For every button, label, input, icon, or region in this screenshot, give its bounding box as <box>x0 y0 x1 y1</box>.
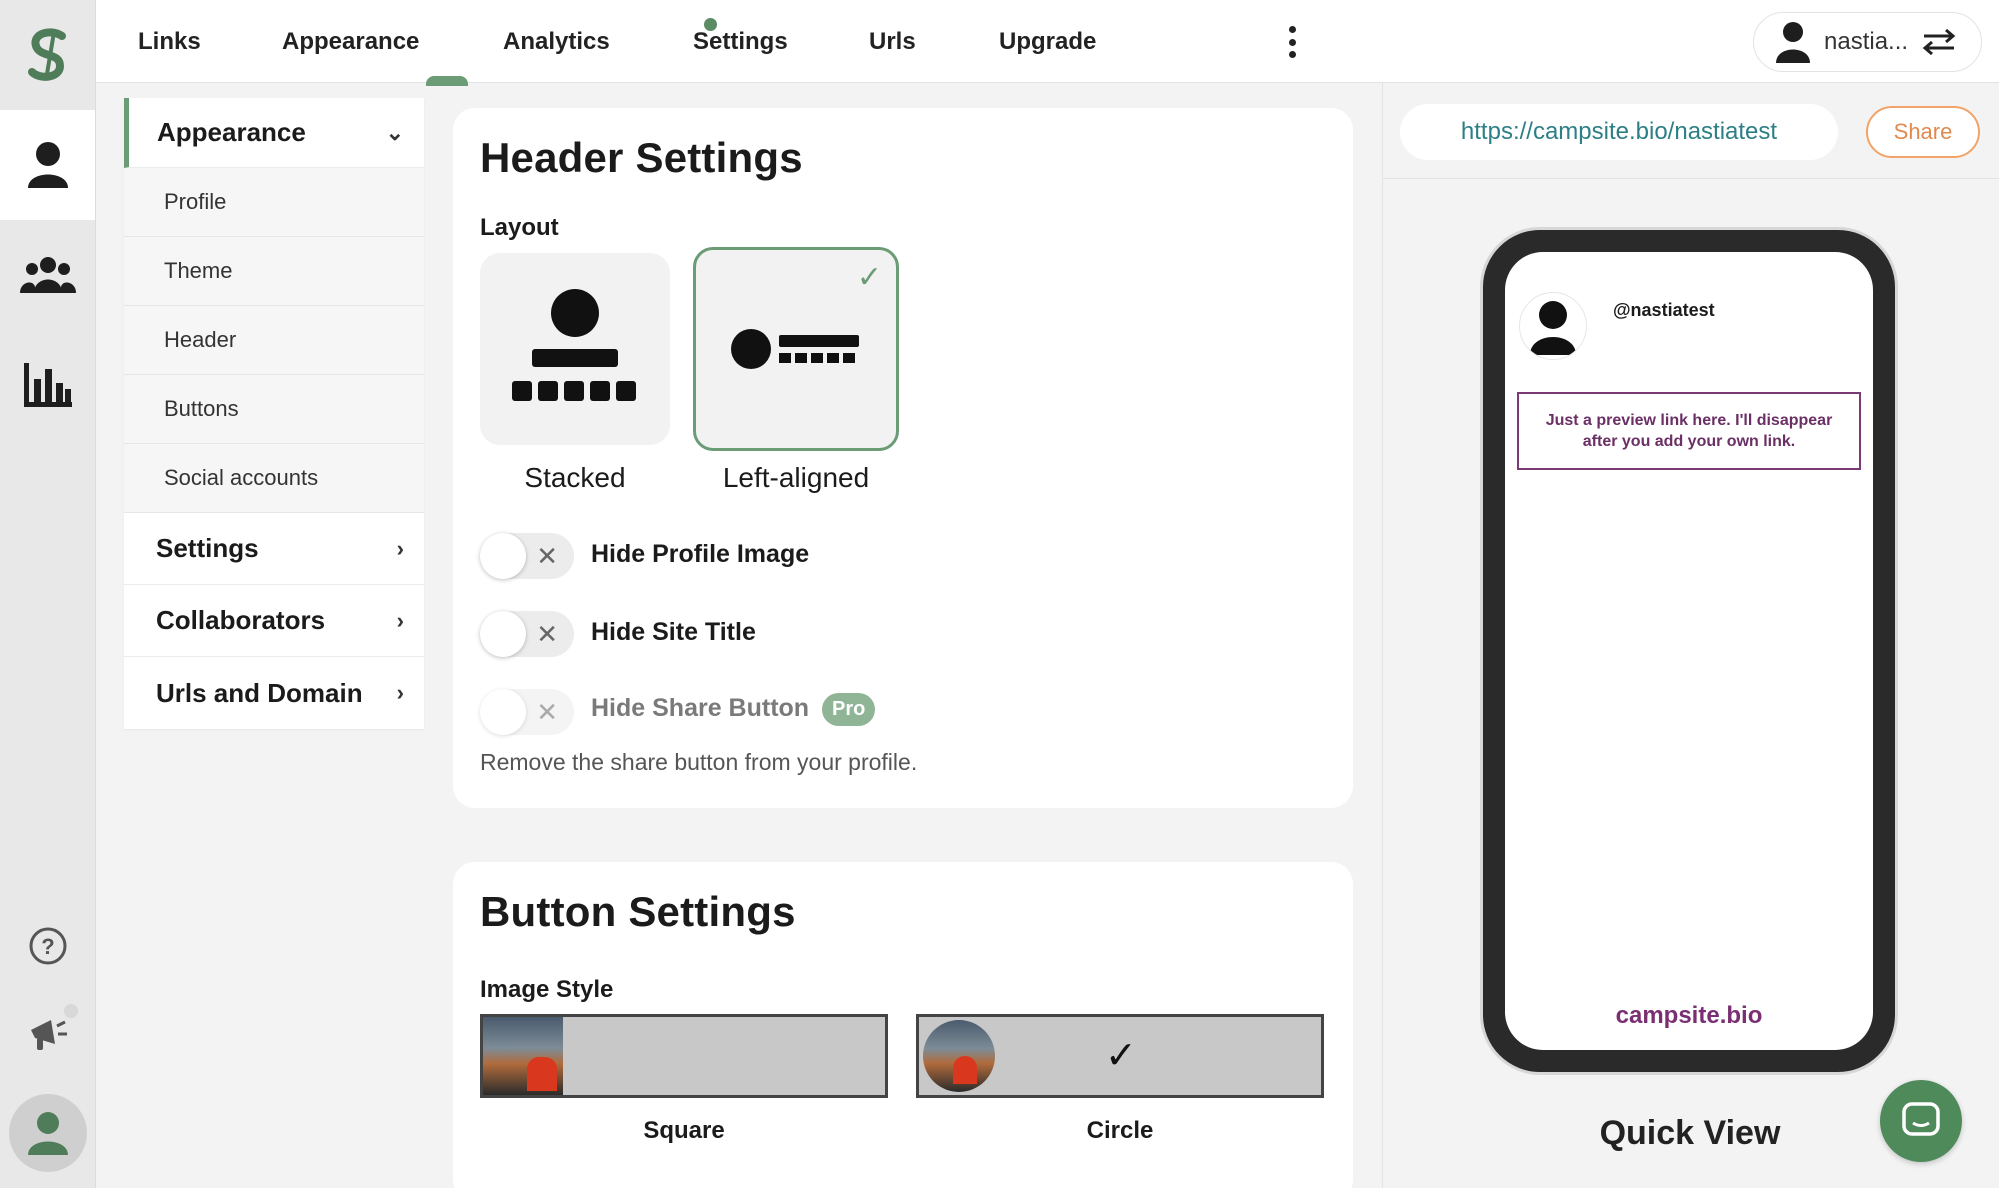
settings-sidebar: Appearance ⌄ Profile Theme Header Button… <box>124 98 424 729</box>
sidebar-item-buttons[interactable]: Buttons <box>124 375 424 444</box>
phone-preview: @nastiatest Just a preview link here. I'… <box>1480 227 1898 1075</box>
sidebar-item-social-accounts[interactable]: Social accounts <box>124 444 424 513</box>
image-style-square[interactable] <box>480 1014 888 1098</box>
profile-icon[interactable] <box>0 110 95 220</box>
profile-url[interactable]: https://campsite.bio/nastiatest <box>1400 104 1838 160</box>
preview-link-button[interactable]: Just a preview link here. I'll disappear… <box>1517 392 1861 470</box>
quick-view-title: Quick View <box>1599 1114 1781 1152</box>
square-thumbnail <box>483 1017 563 1095</box>
preview-divider <box>1382 178 1999 179</box>
chat-bubble-icon[interactable] <box>1880 1080 1962 1162</box>
svg-text:?: ? <box>41 934 54 959</box>
toggle-hide-share-button[interactable]: ✕ <box>480 689 574 735</box>
nav-links[interactable]: Links <box>138 0 201 83</box>
toggle-hide-profile-image[interactable]: ✕ <box>480 533 574 579</box>
button-settings-card: Button Settings Image Style ✓ Square Cir… <box>453 862 1353 1188</box>
header-settings-card: Header Settings Layout ✓ Stacked Left-al… <box>453 108 1353 808</box>
nav-upgrade[interactable]: Upgrade <box>999 0 1096 83</box>
image-style-name-square: Square <box>643 1117 725 1144</box>
toggle-label: Hide Profile Image <box>591 540 810 568</box>
chevron-down-icon: ⌄ <box>385 119 404 145</box>
user-icon <box>1776 22 1810 63</box>
layout-option-left-aligned[interactable]: ✓ <box>693 247 899 451</box>
top-navigation: Links Appearance Analytics Settings Urls… <box>96 0 1999 86</box>
sidebar-section-label: Collaborators <box>156 605 326 635</box>
swap-arrows-icon[interactable] <box>1922 29 1956 55</box>
notification-dot <box>64 1004 78 1018</box>
toggle-label: Hide Site Title <box>591 618 756 646</box>
share-button-hint: Remove the share button from your profil… <box>480 749 918 775</box>
user-name: nastia... <box>1824 28 1909 55</box>
left-aligned-layout-icon <box>731 329 859 369</box>
close-icon: ✕ <box>536 619 558 649</box>
megaphone-icon[interactable] <box>0 990 96 1078</box>
layout-option-stacked[interactable] <box>480 253 670 445</box>
preview-handle: @nastiatest <box>1613 300 1715 320</box>
sidebar-section-collaborators[interactable]: Collaborators › <box>124 585 424 657</box>
image-style-label: Image Style <box>480 976 614 1003</box>
close-icon: ✕ <box>536 697 558 727</box>
toggle-label-share: Hide Share Button Pro <box>591 693 876 726</box>
image-style-circle[interactable]: ✓ <box>916 1014 1324 1098</box>
circle-thumbnail <box>923 1020 995 1092</box>
sidebar-item-header[interactable]: Header <box>124 306 424 375</box>
kebab-menu-icon[interactable] <box>1286 26 1298 58</box>
active-tab-indicator <box>426 76 468 86</box>
checkmark-icon: ✓ <box>1105 1035 1137 1077</box>
help-icon[interactable]: ? <box>0 902 96 990</box>
layout-name-stacked: Stacked <box>524 462 626 493</box>
account-avatar-icon[interactable] <box>0 1078 96 1188</box>
share-button[interactable]: Share <box>1866 106 1980 158</box>
sidebar-section-settings[interactable]: Settings › <box>124 513 424 585</box>
phone-screen: @nastiatest Just a preview link here. I'… <box>1505 252 1873 1050</box>
campsite-logo-icon[interactable] <box>0 0 95 110</box>
sidebar-appearance-header[interactable]: Appearance ⌄ <box>124 98 424 168</box>
header-settings-title: Header Settings <box>480 134 803 181</box>
checkmark-icon: ✓ <box>856 261 882 294</box>
nav-appearance[interactable]: Appearance <box>282 0 419 83</box>
chevron-right-icon: › <box>396 607 404 633</box>
stacked-layout-icon <box>512 289 636 401</box>
app-rail: ? <box>0 0 96 1188</box>
bar-chart-icon[interactable] <box>0 330 95 440</box>
sidebar-appearance-label: Appearance <box>157 117 306 147</box>
sidebar-section-label: Settings <box>156 533 259 563</box>
nav-settings[interactable]: Settings <box>693 0 788 83</box>
sidebar-section-label: Urls and Domain <box>156 677 363 708</box>
user-switcher[interactable]: nastia... <box>1753 12 1982 72</box>
preview-avatar-icon <box>1519 292 1587 360</box>
chevron-right-icon: › <box>396 680 404 705</box>
team-icon[interactable] <box>0 220 95 330</box>
sidebar-section-urls-domain[interactable]: Urls and Domain › <box>124 657 424 729</box>
chevron-right-icon: › <box>396 535 404 561</box>
toggle-hide-site-title[interactable]: ✕ <box>480 611 574 657</box>
sidebar-item-theme[interactable]: Theme <box>124 237 424 306</box>
image-style-name-circle: Circle <box>1086 1117 1154 1144</box>
toggle-label: Hide Share Button <box>591 694 810 723</box>
close-icon: ✕ <box>536 541 558 571</box>
nav-analytics[interactable]: Analytics <box>503 0 610 83</box>
pro-badge: Pro <box>822 693 876 726</box>
preview-brand[interactable]: campsite.bio <box>1505 1002 1873 1030</box>
button-settings-title: Button Settings <box>480 888 796 935</box>
layout-name-left-aligned: Left-aligned <box>722 462 870 493</box>
layout-label: Layout <box>480 214 559 241</box>
sidebar-item-profile[interactable]: Profile <box>124 168 424 237</box>
nav-urls[interactable]: Urls <box>869 0 916 83</box>
